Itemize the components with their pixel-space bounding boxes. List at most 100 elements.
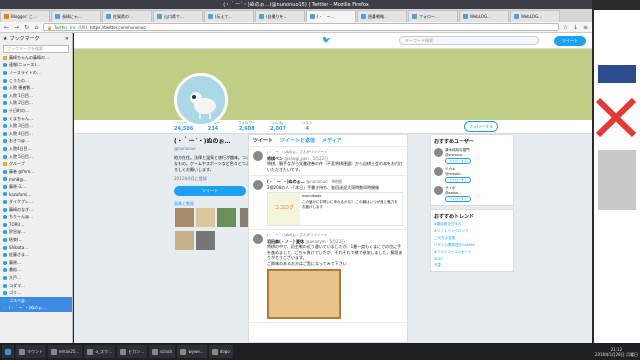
trend-item[interactable]: 二代方の言語: [434, 236, 510, 241]
media-thumbnail[interactable]: [217, 208, 236, 227]
bookmark-item[interactable]: ゴリ…: [0, 289, 72, 297]
profile-tweet-button[interactable]: ツイート: [174, 186, 246, 196]
media-thumbnail[interactable]: [196, 208, 215, 227]
browser-tab[interactable]: 佐賀県の…: [102, 10, 152, 22]
bookmark-item[interactable]: こうたの…: [0, 77, 72, 85]
tweet[interactable]: (・｀ー´・)ぬのぉ…さんがリツイート 羽田森(・ノ・) 夏休 @anonym ·…: [249, 230, 407, 323]
browser-tab[interactable]: (自撮りを…: [255, 10, 305, 22]
bookmark-item[interactable]: 速報(ニュース)…: [0, 62, 72, 70]
user-avatar[interactable]: [434, 167, 443, 176]
bookmark-folder[interactable]: 藤崎ちゃんの藤崎の…: [0, 54, 72, 62]
browser-tab[interactable]: 長崎にゃ…: [51, 10, 101, 22]
bookmark-item[interactable]: 佐藤さま…: [0, 251, 72, 259]
bookmark-item[interactable]: 入院 5日目…: [0, 153, 72, 161]
timeline-tab[interactable]: メディア: [322, 137, 342, 144]
browser-tab[interactable]: WebLOG…: [459, 10, 509, 22]
profile-stat[interactable]: リスト 4: [302, 121, 313, 132]
bookmark-search-input[interactable]: ブックマークを検索: [3, 45, 69, 53]
bookmark-item[interactable]: (・｀ー´・)ぬのぉ…: [0, 304, 72, 313]
bookmark-item[interactable]: コダマ…: [0, 282, 72, 290]
close-icon[interactable]: ✕: [65, 36, 69, 42]
twitter-bird-icon[interactable]: 🐦: [322, 36, 331, 44]
bookmark-item[interactable]: mm8@…: [0, 176, 72, 184]
taskbar-item[interactable]: ヒカン…: [117, 345, 148, 358]
bookmark-item[interactable]: kazufumi…: [0, 191, 72, 199]
suggested-user[interactable]: 清水純持与猫門 @shimizu... フォローする: [434, 148, 510, 164]
avatar[interactable]: [174, 73, 228, 127]
tweet[interactable]: (・｀ー´・)ぬのぉ…さんがリツイート 将棋ペン @shogi_pen · 5月2…: [249, 147, 407, 176]
taskbar-item[interactable]: wywe…: [177, 345, 207, 358]
tweet-avatar[interactable]: [253, 151, 263, 161]
bookmark-item[interactable]: ダイクプレ…: [0, 198, 72, 206]
follow-suggestion-button[interactable]: フォローする: [445, 158, 471, 164]
trend-item[interactable]: 2DIO: [434, 257, 510, 261]
suggested-user[interactable]: サイボ @saibo... フォローする: [434, 186, 510, 202]
media-thumbnail[interactable]: [175, 231, 194, 250]
trend-item[interactable]: #ファミリーエスピード: [434, 250, 510, 255]
browser-tab[interactable]: フォロー…: [408, 10, 458, 22]
bookmark-item[interactable]: 十日町の…: [0, 107, 72, 115]
bookmark-item[interactable]: おきつ@…: [0, 138, 72, 146]
bookmark-item[interactable]: 結束(…: [0, 236, 72, 244]
taskbar-item[interactable]: dogo: [208, 345, 233, 358]
reload-icon[interactable]: ↻: [23, 24, 30, 31]
bookmark-item[interactable]: 入院 1日目…: [0, 92, 72, 100]
profile-stat[interactable]: いいね 2,007: [270, 121, 286, 132]
tweet-button[interactable]: ツイート: [554, 36, 586, 46]
tweet-avatar[interactable]: [253, 234, 263, 244]
background-window[interactable]: [594, 10, 640, 343]
bookmark-item[interactable]: 入院4日目…: [0, 145, 72, 153]
bookmark-item[interactable]: 入院 3日目…: [0, 122, 72, 130]
bookmark-item[interactable]: 大戸…: [0, 274, 72, 282]
bookmark-item[interactable]: くまちゃん…: [0, 115, 72, 123]
browser-tab[interactable]: (伝えて…: [204, 10, 254, 22]
menu-icon[interactable]: ≡: [582, 24, 589, 31]
timeline-tab[interactable]: ツイートと返信: [280, 137, 315, 144]
bookmark-item[interactable]: 藤巻 @fnm…: [0, 168, 72, 176]
taskbar-item[interactable]: マウント: [16, 345, 46, 358]
taskbar-item[interactable]: α_スク…: [84, 345, 116, 358]
bookmark-item[interactable]: TORU…: [0, 221, 72, 229]
trend-item[interactable]: #ソフトバンクロック: [434, 229, 510, 234]
bookmark-item[interactable]: 入院 患者数…: [0, 84, 72, 92]
browser-tab[interactable]: WebLOG…: [510, 10, 560, 22]
bookmark-item[interactable]: ゴスペ@…: [0, 297, 72, 305]
tweet[interactable]: (・｀ー´・)ぬのぉ… @nunonuo · 9時間 2個200の人・「本日」手書…: [249, 176, 407, 230]
browser-tab[interactable]: 山口県で…: [153, 10, 203, 22]
home-icon[interactable]: ⌂: [33, 24, 40, 31]
forward-icon[interactable]: →: [13, 24, 20, 31]
media-thumbnail[interactable]: [175, 208, 194, 227]
bookmark-item[interactable]: 鈴谷@…: [0, 229, 72, 237]
start-menu-button[interactable]: [2, 345, 14, 358]
user-avatar[interactable]: [434, 186, 443, 195]
suggested-user[interactable]: ミカキ @mikaki... フォローする: [434, 167, 510, 183]
user-avatar[interactable]: [434, 148, 443, 157]
bookmark-item[interactable]: 藤崎のなぎ…: [0, 206, 72, 214]
download-icon[interactable]: ↓: [572, 24, 579, 31]
follow-suggestion-button[interactable]: フォローする: [445, 177, 471, 183]
timeline-tab[interactable]: ツイート: [253, 137, 273, 144]
shogi-board-image[interactable]: [267, 269, 341, 319]
bookmark-item[interactable]: 入院 4日目…: [0, 130, 72, 138]
follow-button[interactable]: フォローする: [464, 121, 498, 132]
bookmark-folder[interactable]: グループ: [0, 160, 72, 168]
back-icon[interactable]: ←: [3, 24, 10, 31]
bookmark-star-icon[interactable]: ☆: [562, 24, 569, 31]
bookmark-item[interactable]: Shibata…: [0, 244, 72, 252]
url-bar[interactable]: 🔒 Twitter, Inc. (US) https://twitter.com…: [43, 23, 559, 31]
browser-tab[interactable]: 囲碁戦略…: [357, 10, 407, 22]
link-card[interactable]: ココログ mochibado この届けにお得いに来れるかな？ この報はいつが良と魅力…: [267, 192, 403, 226]
profile-stat[interactable]: フォロワー 2,608: [238, 121, 256, 132]
browser-tab[interactable]: (・｀ー…: [306, 10, 356, 22]
trend-item[interactable]: バザン公開放送@GAMAX: [434, 243, 510, 248]
browser-tab[interactable]: Blogger: こ…: [0, 10, 50, 22]
follow-suggestion-button[interactable]: フォローする: [445, 196, 471, 202]
bookmark-item[interactable]: 藤原…: [0, 259, 72, 267]
trend-item[interactable]: 天皇: [434, 263, 510, 268]
taskbar-item[interactable]: sclock: [149, 345, 176, 358]
bookmark-item[interactable]: ノースライトの…: [0, 69, 72, 77]
bookmark-item[interactable]: 兼松…: [0, 267, 72, 275]
bookmark-item[interactable]: 入院 2日目…: [0, 100, 72, 108]
media-thumbnail[interactable]: [196, 231, 215, 250]
tweet-avatar[interactable]: [253, 180, 263, 190]
